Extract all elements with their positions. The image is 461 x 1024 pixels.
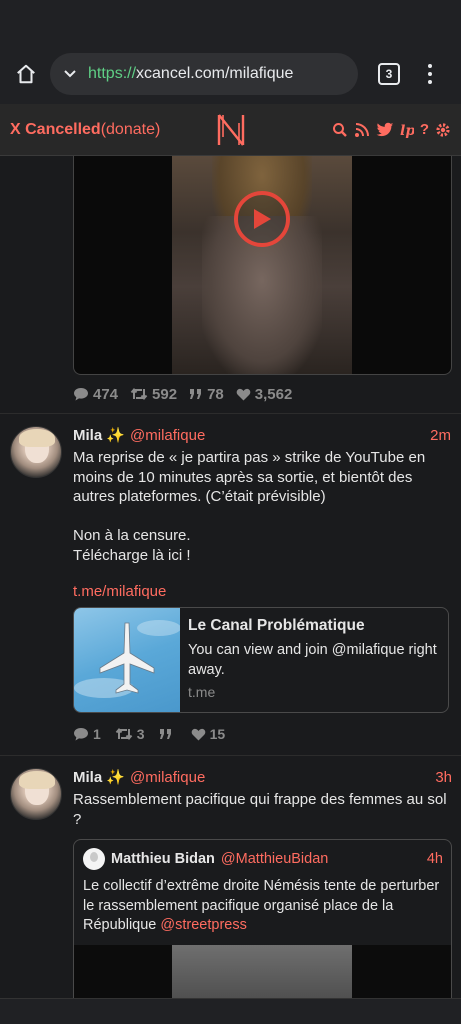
comment-icon xyxy=(74,728,88,741)
timeline-item[interactable]: Mila ✨ @milafique 2m Ma reprise de « je … xyxy=(0,414,461,756)
chevron-down-icon[interactable] xyxy=(62,66,78,82)
browser-toolbar: https://xcancel.com/milafique 3 xyxy=(0,44,461,104)
heart-icon xyxy=(191,728,205,741)
quote-header: Matthieu Bidan @MatthieuBidan 4h xyxy=(74,840,451,870)
reply-count: 474 xyxy=(73,386,118,403)
rss-icon[interactable] xyxy=(354,122,370,138)
like-count: 3,562 xyxy=(236,385,293,403)
quote-icon xyxy=(159,729,171,739)
home-button[interactable] xyxy=(10,58,42,90)
site-navbar: X Cancelled(donate) lp ? xyxy=(0,104,461,156)
play-button[interactable] xyxy=(234,191,290,247)
card-destination: t.me xyxy=(188,684,216,700)
brand-name[interactable]: X Cancelled xyxy=(10,121,101,138)
display-name[interactable]: Mila ✨ xyxy=(73,426,125,444)
reply-count-value: 474 xyxy=(93,385,119,403)
browser-menu-button[interactable] xyxy=(420,58,440,90)
like-count-value: 15 xyxy=(209,726,226,742)
timeline-item[interactable]: Mila ✨ @milafique 3h Rassemblement pacif… xyxy=(0,756,461,998)
nav-icons: lp ? xyxy=(332,121,451,138)
tweet-header: Mila ✨ @milafique 2m xyxy=(73,426,451,446)
heart-icon xyxy=(236,388,251,401)
tab-switcher-button[interactable]: 3 xyxy=(378,63,400,85)
quote-avatar[interactable] xyxy=(83,848,105,870)
username[interactable]: @milafique xyxy=(130,427,205,444)
retweet-icon xyxy=(130,387,148,401)
username[interactable]: @milafique xyxy=(130,769,205,786)
retweet-count: 592 xyxy=(130,386,177,403)
card-title: Le Canal Problématique xyxy=(188,617,365,634)
quote-icon xyxy=(190,389,202,399)
help-icon[interactable]: ? xyxy=(420,121,429,138)
retweet-count-value: 3 xyxy=(136,726,145,742)
tweet-date[interactable]: 2m xyxy=(430,427,451,444)
nitter-logo-icon[interactable] xyxy=(215,113,247,147)
avatar[interactable] xyxy=(10,768,62,820)
quote-display-name[interactable]: Matthieu Bidan xyxy=(111,851,215,867)
like-count-value: 3,562 xyxy=(254,385,293,403)
tweet-header: Mila ✨ @milafique 3h xyxy=(73,768,452,788)
reply-count: 1 xyxy=(73,726,101,742)
url-text[interactable]: https://xcancel.com/milafique xyxy=(88,65,293,83)
display-name[interactable]: Mila ✨ xyxy=(73,768,125,786)
retweet-count: 3 xyxy=(115,726,145,742)
quote-count xyxy=(159,728,177,740)
tweet-stats: 474 592 78 3,562 xyxy=(73,375,451,413)
twitter-icon[interactable] xyxy=(376,122,394,138)
quote-mention-link[interactable]: @streetpress xyxy=(160,917,246,933)
quote-content: Le collectif d’extrême droite Némésis te… xyxy=(74,870,451,945)
address-bar[interactable]: https://xcancel.com/milafique xyxy=(50,53,358,95)
comment-icon xyxy=(74,388,88,401)
home-icon xyxy=(17,64,35,84)
quote-media-thumbnail xyxy=(172,944,352,998)
donate-link[interactable]: (donate) xyxy=(101,121,161,138)
card-image xyxy=(74,608,181,712)
tweet-date[interactable]: 3h xyxy=(435,769,452,786)
liberapay-icon[interactable]: lp xyxy=(400,122,414,138)
link-card[interactable]: Le Canal Problématique You can view and … xyxy=(73,607,449,713)
settings-icon[interactable] xyxy=(435,122,451,138)
video-thumbnail xyxy=(172,156,352,374)
tweet-content: Ma reprise de « je partira pas » strike … xyxy=(73,449,426,564)
tweet-stats: 1 3 15 xyxy=(73,713,451,755)
quote-count-value: 78 xyxy=(207,385,224,403)
avatar[interactable] xyxy=(10,426,62,478)
svg-text:lp: lp xyxy=(400,123,414,138)
retweet-count-value: 592 xyxy=(152,385,178,403)
card-description: You can view and join @milafique right a… xyxy=(188,642,437,678)
quote-text: Le collectif d’extrême droite Némésis te… xyxy=(83,878,440,933)
quote-media[interactable] xyxy=(74,944,451,998)
play-icon xyxy=(254,209,271,229)
quote-count: 78 xyxy=(189,386,224,403)
tweet-link[interactable]: t.me/milafique xyxy=(73,583,451,600)
like-count: 15 xyxy=(191,726,226,742)
search-icon[interactable] xyxy=(332,122,348,138)
airplane-icon xyxy=(74,620,181,698)
video-attachment[interactable] xyxy=(73,156,452,375)
status-bar xyxy=(0,0,461,44)
quoted-tweet[interactable]: Matthieu Bidan @MatthieuBidan 4h Le coll… xyxy=(73,839,452,998)
brand-link[interactable]: X Cancelled(donate) xyxy=(10,121,160,139)
timeline-item[interactable]: 474 592 78 3,562 xyxy=(0,156,461,414)
reply-count-value: 1 xyxy=(93,726,101,742)
retweet-icon xyxy=(115,727,133,741)
timeline: 474 592 78 3,562 Mila ✨ @milafique 2m Ma… xyxy=(0,156,461,998)
quote-date[interactable]: 4h xyxy=(427,851,443,867)
tweet-content: Rassemblement pacifique qui frappe des f… xyxy=(73,791,447,828)
quote-username[interactable]: @MatthieuBidan xyxy=(221,851,328,867)
url-host: xcancel.com/milafique xyxy=(136,65,294,82)
system-navigation-bar xyxy=(0,998,461,1024)
url-scheme: https:// xyxy=(88,65,137,82)
